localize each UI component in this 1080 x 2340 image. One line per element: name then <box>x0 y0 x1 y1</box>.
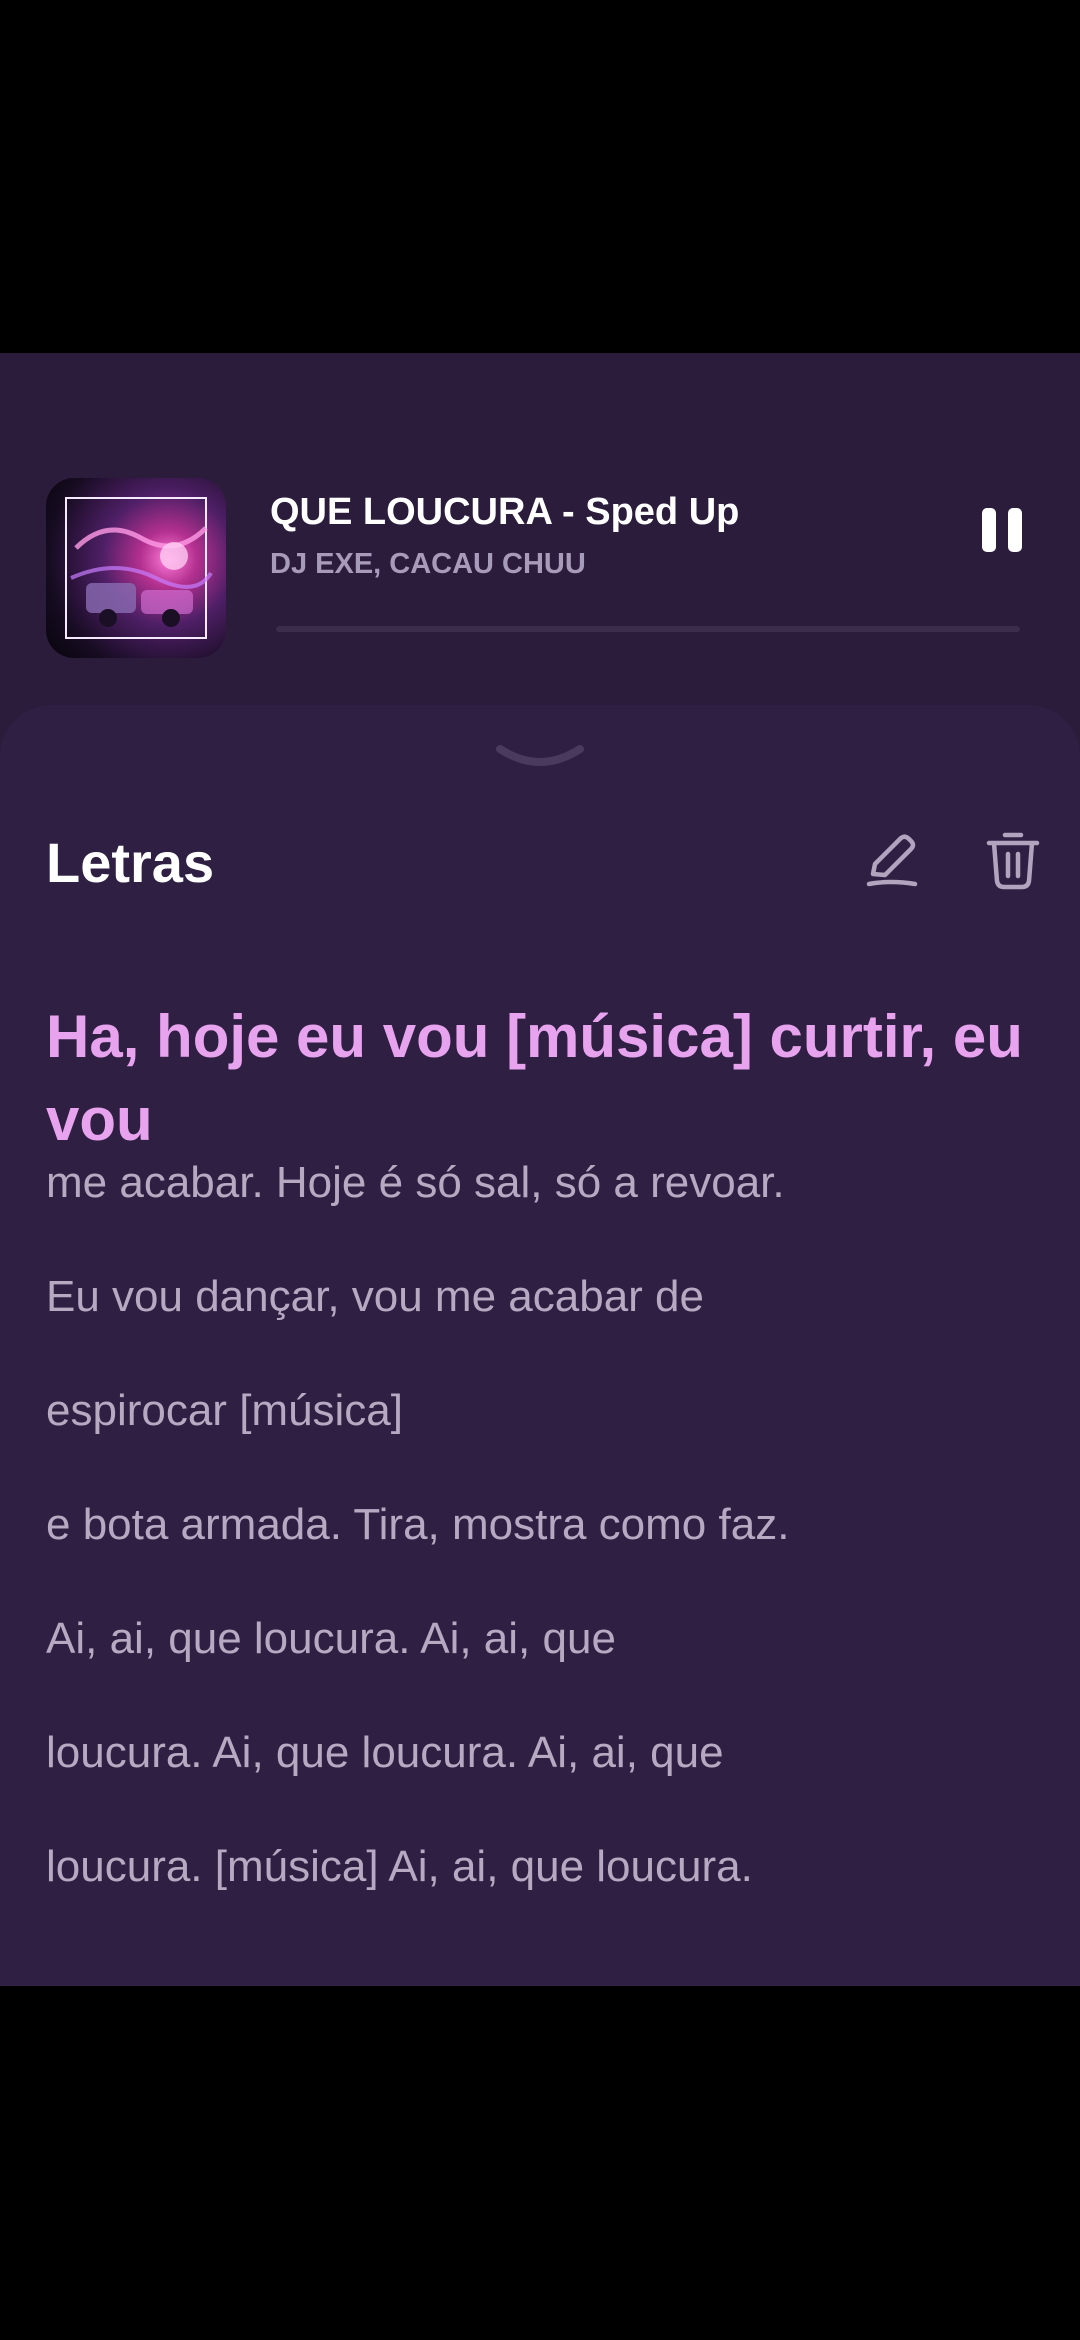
pause-icon <box>1008 508 1022 552</box>
lyrics-sheet: Letras Ha, hoje eu vou [música] curtir, … <box>0 705 1080 1986</box>
pause-icon <box>982 508 996 552</box>
lyric-line[interactable]: me acabar. Hoje é só sal, só a revoar. <box>46 1155 1056 1211</box>
collapse-chevron-icon[interactable] <box>490 741 590 775</box>
pencil-icon <box>866 834 918 887</box>
trash-icon <box>986 832 1040 890</box>
edit-lyrics-button[interactable] <box>856 825 926 895</box>
playback-progress[interactable] <box>276 626 1020 632</box>
delete-lyrics-button[interactable] <box>978 825 1048 895</box>
lyric-line[interactable]: espirocar [música] <box>46 1383 1056 1439</box>
song-title[interactable]: QUE LOUCURA - Sped Up <box>270 491 910 534</box>
pause-button[interactable] <box>970 498 1034 562</box>
active-lyric-line[interactable]: Ha, hoje eu vou [música] curtir, eu vou <box>46 995 1046 1161</box>
lyric-line[interactable]: loucura. Ai, que loucura. Ai, ai, que <box>46 1725 1056 1781</box>
screen: QUE LOUCURA - Sped Up DJ EXE, CACAU CHUU… <box>0 0 1080 2340</box>
album-cover[interactable] <box>46 478 226 658</box>
player-screen: QUE LOUCURA - Sped Up DJ EXE, CACAU CHUU… <box>0 353 1080 1986</box>
lyric-line[interactable]: Ai, ai, que loucura. Ai, ai, que <box>46 1611 1056 1667</box>
album-art-image <box>65 497 213 639</box>
lyrics-title: Letras <box>46 831 215 894</box>
now-playing-bar[interactable]: QUE LOUCURA - Sped Up DJ EXE, CACAU CHUU <box>0 353 1080 703</box>
lyric-line[interactable]: loucura. [música] Ai, ai, que loucura. <box>46 1839 1056 1895</box>
lyric-line[interactable]: e bota armada. Tira, mostra como faz. <box>46 1497 1056 1553</box>
lyric-line[interactable]: Eu vou dançar, vou me acabar de <box>46 1269 1056 1325</box>
song-artist[interactable]: DJ EXE, CACAU CHUU <box>270 548 910 581</box>
